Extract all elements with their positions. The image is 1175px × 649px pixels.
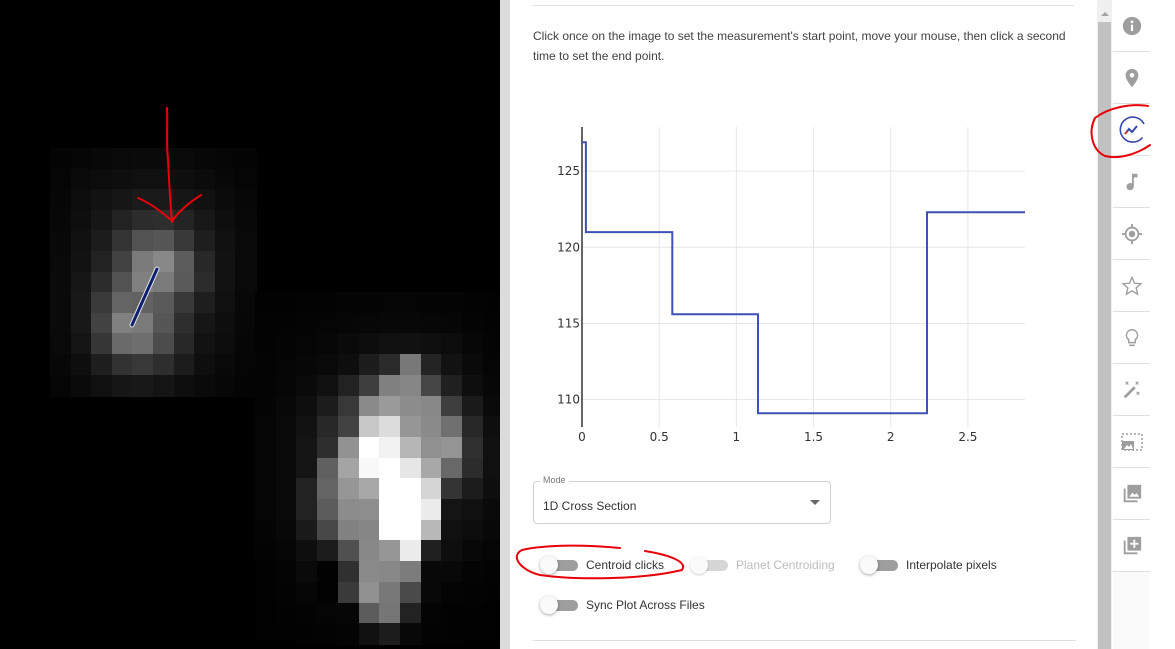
lightbulb-icon <box>1125 328 1138 346</box>
x-tick-label: 0.5 <box>650 430 669 444</box>
sidebar-empty-area <box>1113 572 1150 649</box>
panel-top-divider <box>533 5 1074 6</box>
sidebar-item-images[interactable] <box>1113 468 1150 520</box>
y-tick-label: 115 <box>557 316 580 330</box>
toggle-label: Planet Centroiding <box>736 558 835 572</box>
x-tick-label: 1.5 <box>804 430 823 444</box>
image-crop-icon <box>1120 432 1143 451</box>
toggle-switch <box>690 555 728 575</box>
panel-scrollbar[interactable] <box>1097 0 1112 649</box>
y-tick-label: 110 <box>557 393 580 407</box>
location-pin-icon <box>1125 68 1138 87</box>
toggle-switch[interactable] <box>540 595 578 615</box>
centroid-clicks-toggle[interactable]: Centroid clicks <box>540 555 664 575</box>
x-tick-label: 0 <box>578 430 586 444</box>
info-icon <box>1122 16 1141 35</box>
y-tick-label: 120 <box>557 240 580 254</box>
crosshair-icon <box>1121 223 1142 244</box>
toggle-label: Interpolate pixels <box>906 558 997 572</box>
sync-plot-toggle[interactable]: Sync Plot Across Files <box>540 595 705 615</box>
toggle-switch[interactable] <box>540 555 578 575</box>
sidebar-item-add[interactable] <box>1113 520 1150 572</box>
sidebar-item-hint[interactable] <box>1113 312 1150 364</box>
sidebar-item-magic[interactable] <box>1113 364 1150 416</box>
measurement-overlay <box>129 266 160 328</box>
instructions-text: Click once on the image to set the measu… <box>533 29 1066 63</box>
measurement-line[interactable] <box>130 267 159 327</box>
series-line-cross-section <box>582 141 1025 415</box>
sidebar-item-target[interactable] <box>1113 208 1150 260</box>
image-viewer[interactable] <box>0 0 500 649</box>
mode-label: Mode <box>540 475 569 485</box>
x-tick-label: 2 <box>887 430 895 444</box>
sidebar-item-info[interactable] <box>1113 0 1150 52</box>
music-note-icon <box>1126 173 1137 190</box>
add-layer-icon <box>1123 536 1141 554</box>
toggle-label: Centroid clicks <box>586 558 665 572</box>
planet-centroiding-toggle: Planet Centroiding <box>690 555 835 575</box>
sidebar-item-crop[interactable] <box>1113 416 1150 468</box>
mode-value: 1D Cross Section <box>543 499 637 513</box>
cross-section-plot[interactable]: 110 115 120 125 0 0.5 1 1.5 2 2.5 <box>520 120 1040 450</box>
line-chart-icon <box>1119 115 1145 143</box>
sidebar-item-plot[interactable] <box>1113 104 1150 156</box>
mode-select[interactable]: Mode 1D Cross Section <box>533 475 831 524</box>
scrollbar-thumb[interactable] <box>1098 22 1111 649</box>
interpolate-pixels-toggle[interactable]: Interpolate pixels <box>860 555 997 575</box>
toggle-switch[interactable] <box>860 555 898 575</box>
y-tick-label: 125 <box>557 164 580 178</box>
magic-wand-icon <box>1123 380 1140 398</box>
x-tick-label: 1 <box>733 430 741 444</box>
image-stack-icon <box>1123 484 1141 502</box>
x-tick-label: 2.5 <box>958 430 977 444</box>
sidebar-item-sonify[interactable] <box>1113 156 1150 208</box>
panel-gutter <box>500 0 510 649</box>
tool-sidebar <box>1113 0 1150 649</box>
panel-bottom-divider <box>533 640 1076 641</box>
window-edge <box>1150 0 1175 649</box>
sidebar-item-location[interactable] <box>1113 52 1150 104</box>
star-icon <box>1120 275 1143 296</box>
chevron-down-icon <box>810 500 820 505</box>
toggle-label: Sync Plot Across Files <box>586 598 705 612</box>
scroll-up-arrow-icon[interactable] <box>1101 12 1109 16</box>
sidebar-item-star[interactable] <box>1113 260 1150 312</box>
